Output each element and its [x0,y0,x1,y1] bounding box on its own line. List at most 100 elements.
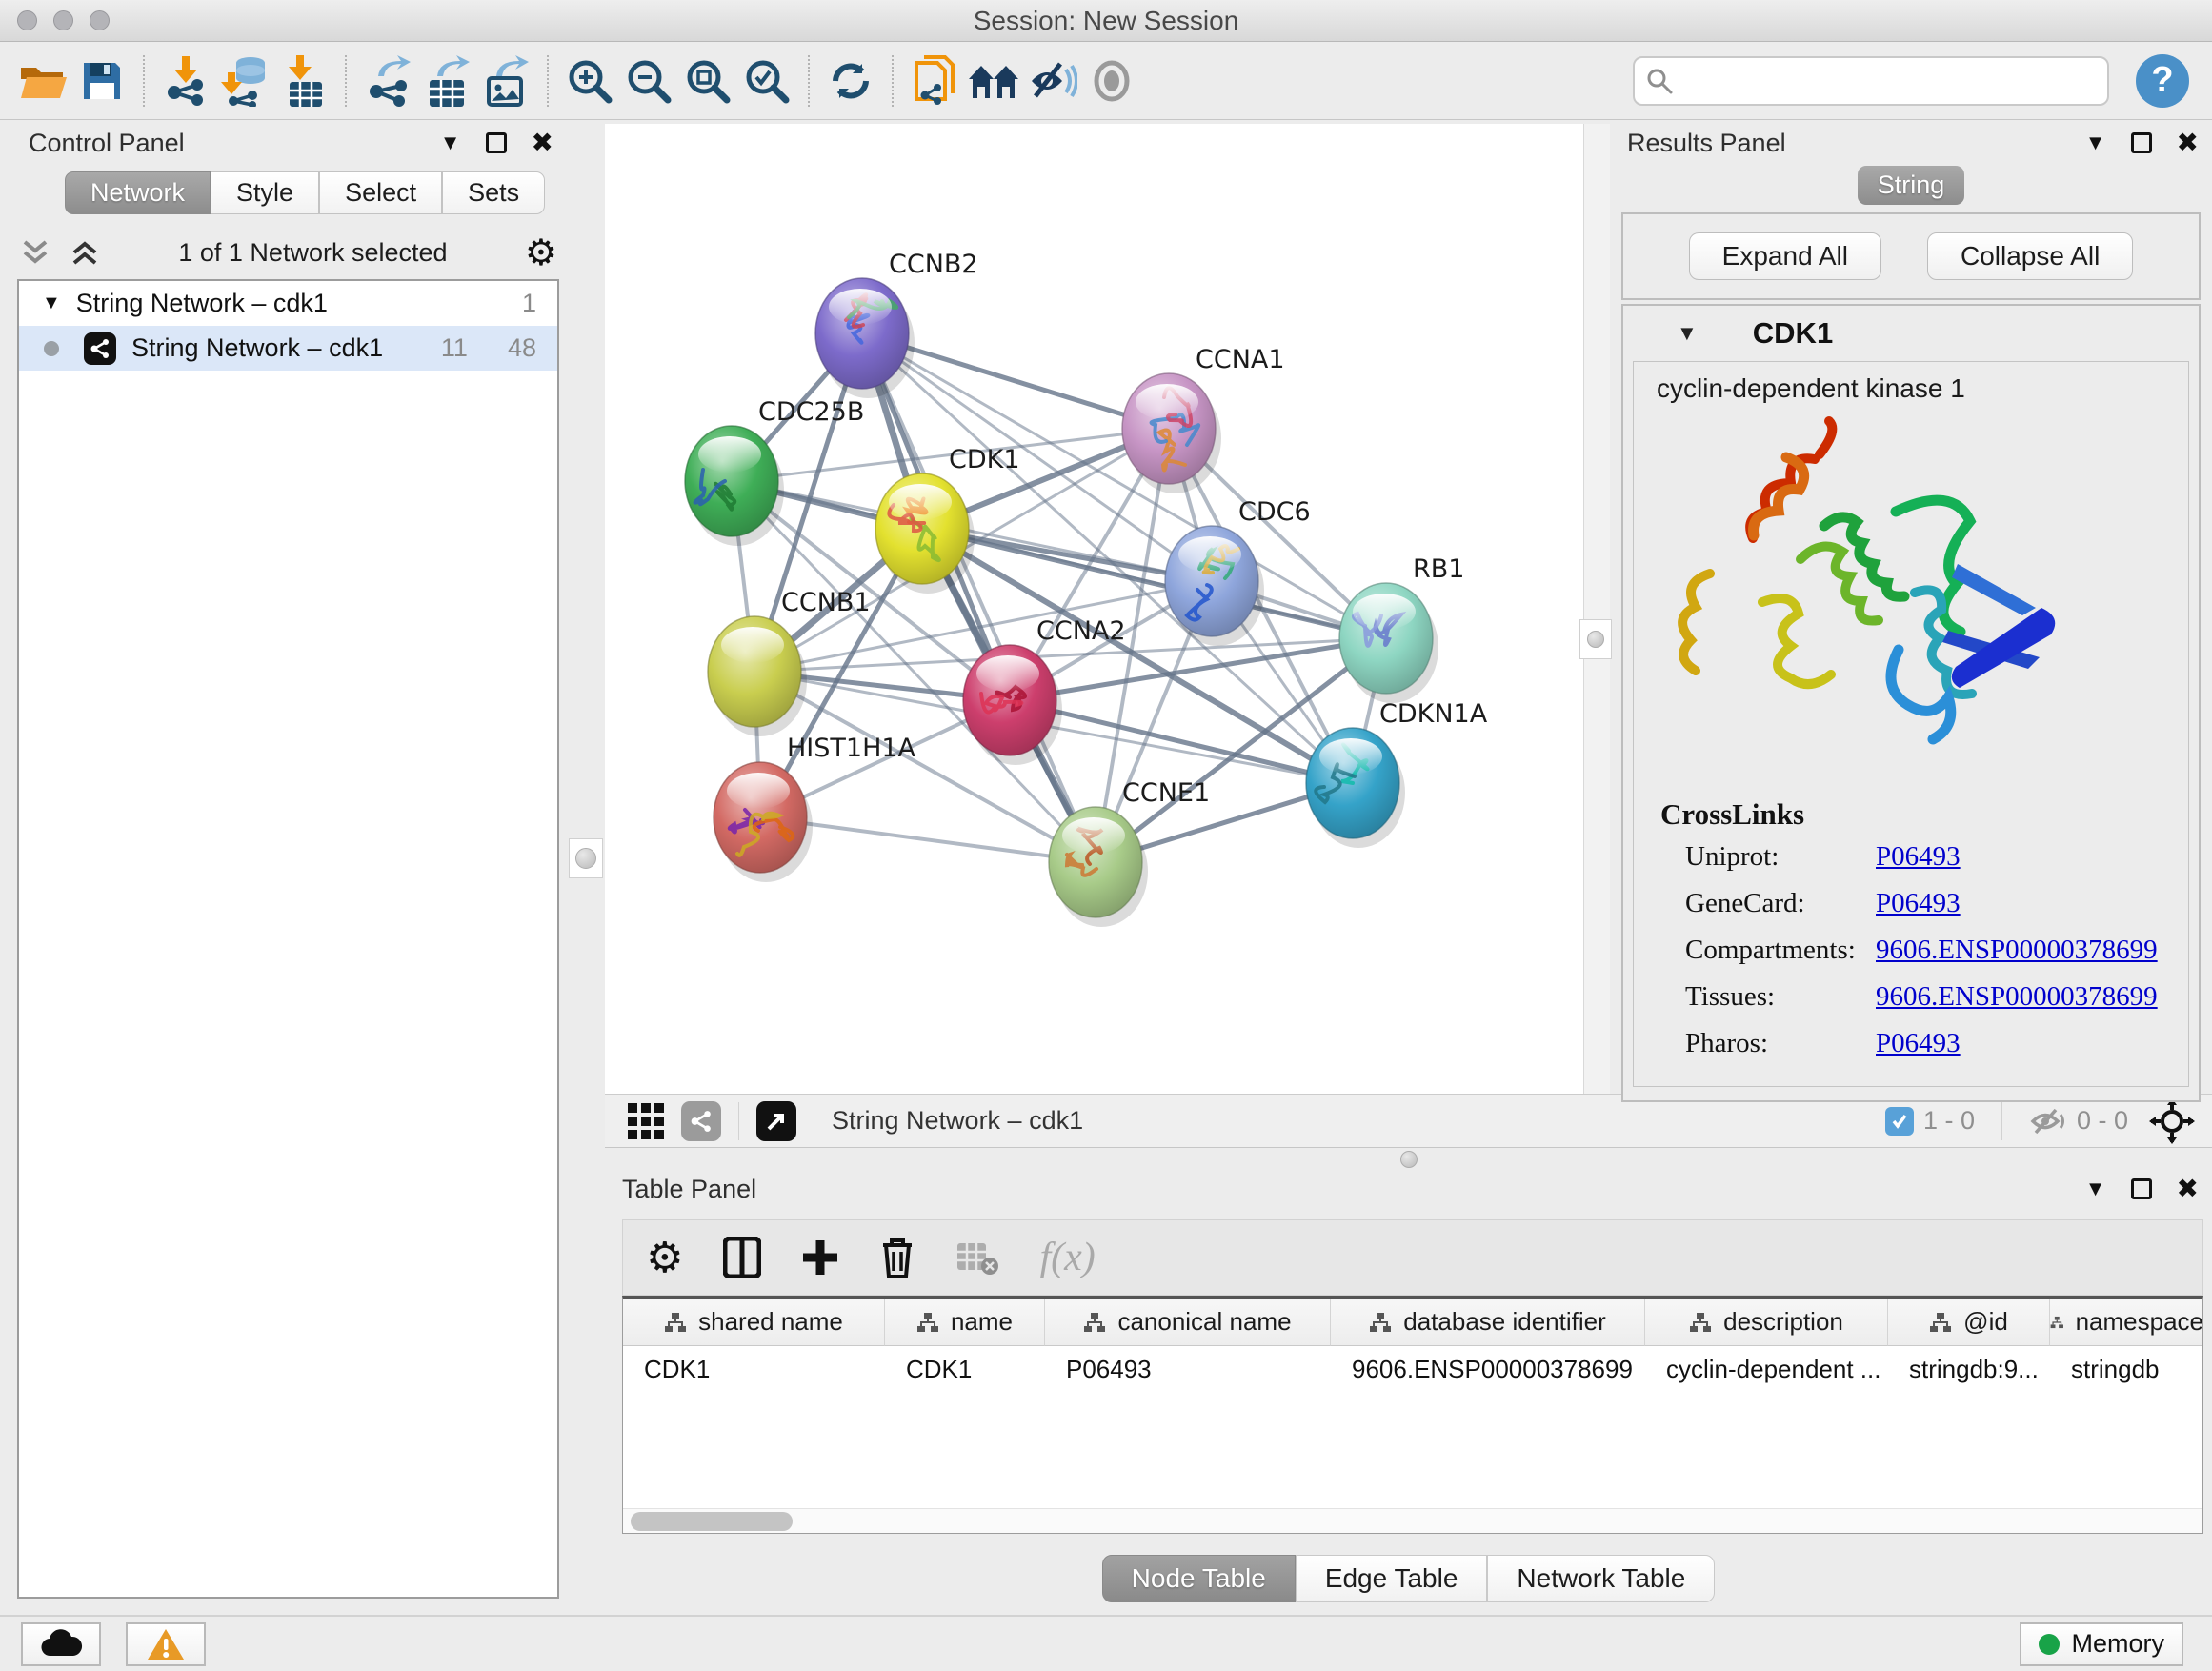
panel-close-button[interactable]: ✖ [2177,130,2199,156]
table-cell[interactable]: stringdb [2050,1346,2203,1392]
apply-layout-button[interactable] [821,51,880,111]
uniprot-link[interactable]: P06493 [1876,841,1961,873]
birdseye-view-button[interactable] [964,51,1023,111]
grid-view-icon[interactable] [628,1103,664,1139]
column-header-database-identifier[interactable]: database identifier [1331,1299,1645,1346]
column-header-name[interactable]: name [885,1299,1045,1346]
help-button[interactable]: ? [2136,54,2189,108]
column-header-canonical-name[interactable]: canonical name [1045,1299,1331,1346]
import-network-from-file-button[interactable] [156,51,215,111]
tab-string[interactable]: String [1858,166,1964,205]
column-header--id[interactable]: @id [1888,1299,2050,1346]
table-cell[interactable]: stringdb:9... [1888,1346,2050,1392]
panel-float-button[interactable] [2131,1178,2152,1199]
collapse-all-button[interactable]: Collapse All [1927,232,2133,280]
panel-close-button[interactable]: ✖ [2177,1176,2199,1202]
network-node-ccne1[interactable]: CCNE1 [1049,778,1210,927]
network-row[interactable]: String Network – cdk1 11 48 [19,326,557,371]
search-box[interactable] [1633,56,2109,106]
network-canvas[interactable]: CCNB2CCNA1CDC25BCDK1CDC6RB1CCNB1CCNA2CDK… [605,124,1583,1094]
network-node-cdc6[interactable]: CDC6 [1165,497,1311,646]
table-cell[interactable]: CDK1 [623,1346,885,1392]
network-node-rb1[interactable]: RB1 [1339,554,1464,703]
import-table-from-file-button[interactable] [274,51,333,111]
panel-float-button[interactable] [2131,132,2152,153]
table-cell[interactable]: CDK1 [885,1346,1045,1392]
hide-annotations-button[interactable] [1023,51,1082,111]
tab-edge-table[interactable]: Edge Table [1296,1555,1488,1602]
expand-all-icon[interactable] [69,238,101,267]
zoom-selected-button[interactable] [737,51,796,111]
network-collection-row[interactable]: ▼ String Network – cdk1 1 [19,281,557,326]
export-image-button[interactable] [476,51,535,111]
open-external-icon[interactable] [756,1101,796,1141]
network-edge[interactable] [862,333,1096,862]
search-input[interactable] [1682,66,2096,95]
pharos-link[interactable]: P06493 [1876,1028,1961,1059]
toolbar-separator [345,55,347,107]
column-header-namespace[interactable]: namespace [2050,1299,2203,1346]
node-table[interactable]: shared namenamecanonical namedatabase id… [622,1296,2203,1534]
import-network-from-database-button[interactable] [215,51,274,111]
tissues-link[interactable]: 9606.ENSP00000378699 [1876,981,2158,1013]
show-columns-icon[interactable] [723,1237,761,1278]
scrollbar-thumb[interactable] [631,1512,793,1531]
tab-node-table[interactable]: Node Table [1102,1555,1296,1602]
network-options-gear-icon[interactable]: ⚙ [525,232,557,274]
open-session-button[interactable] [13,51,72,111]
panel-menu-button[interactable]: ▼ [2085,131,2106,155]
save-session-button[interactable] [72,51,131,111]
horizontal-scrollbar[interactable] [623,1508,2202,1533]
left-panel-splitter[interactable] [567,120,605,1615]
horizontal-splitter[interactable] [605,1148,2212,1170]
panel-float-button[interactable] [486,132,507,153]
export-network-button[interactable] [358,51,417,111]
splitter-handle[interactable] [1400,1151,1418,1168]
node-label: CDKN1A [1379,699,1488,729]
table-row[interactable]: CDK1CDK1P064939606.ENSP00000378699cyclin… [623,1346,2202,1392]
network-node-hist1h1a[interactable]: HIST1H1A [714,734,916,882]
toolbar-separator [143,55,145,107]
network-graph[interactable]: CCNB2CCNA1CDC25BCDK1CDC6RB1CCNB1CCNA2CDK… [605,124,1583,1094]
zoom-fit-button[interactable] [678,51,737,111]
tab-sets[interactable]: Sets [442,171,545,214]
zoom-out-button[interactable] [619,51,678,111]
export-table-button[interactable] [417,51,476,111]
warnings-button[interactable] [126,1622,206,1666]
expand-all-button[interactable]: Expand All [1689,232,1881,280]
zoom-in-button[interactable] [560,51,619,111]
table-cell[interactable]: P06493 [1045,1346,1331,1392]
column-header-shared-name[interactable]: shared name [623,1299,885,1346]
panel-menu-button[interactable]: ▼ [440,131,461,155]
network-node-cdkn1a[interactable]: CDKN1A [1306,699,1488,848]
right-panel-splitter[interactable] [1583,124,1610,1148]
splitter-handle[interactable] [1579,619,1612,659]
gene-collapse-caret[interactable]: ▼ [1677,321,1698,346]
panel-close-button[interactable]: ✖ [532,130,553,156]
table-cell[interactable]: cyclin-dependent ... [1645,1346,1888,1392]
delete-trash-icon[interactable] [879,1236,915,1279]
memory-button[interactable]: Memory [2020,1622,2183,1666]
collection-expand-caret[interactable]: ▼ [42,292,61,314]
open-in-cytoscape-web-button[interactable] [905,51,964,111]
table-cell[interactable]: 9606.ENSP00000378699 [1331,1346,1645,1392]
genecard-link[interactable]: P06493 [1876,888,1961,919]
network-node-ccnb2[interactable]: CCNB2 [815,250,978,398]
tab-style[interactable]: Style [211,171,319,214]
compartments-link[interactable]: 9606.ENSP00000378699 [1876,935,2158,966]
network-edge[interactable] [922,529,1386,638]
show-annotations-button[interactable] [1082,51,1141,111]
network-node-ccna1[interactable]: CCNA1 [1122,345,1285,493]
tab-network[interactable]: Network [65,171,211,214]
add-column-icon[interactable] [801,1237,839,1278]
string-network-icon[interactable] [681,1101,721,1141]
tab-network-table[interactable]: Network Table [1487,1555,1715,1602]
panel-menu-button[interactable]: ▼ [2085,1177,2106,1201]
cloud-status-button[interactable] [21,1622,101,1666]
table-options-gear-icon[interactable]: ⚙ [646,1234,683,1282]
tab-select[interactable]: Select [319,171,442,214]
network-node-cdc25b[interactable]: CDC25B [685,397,864,546]
collapse-all-icon[interactable] [19,238,51,267]
column-header-description[interactable]: description [1645,1299,1888,1346]
splitter-handle[interactable] [569,838,603,878]
